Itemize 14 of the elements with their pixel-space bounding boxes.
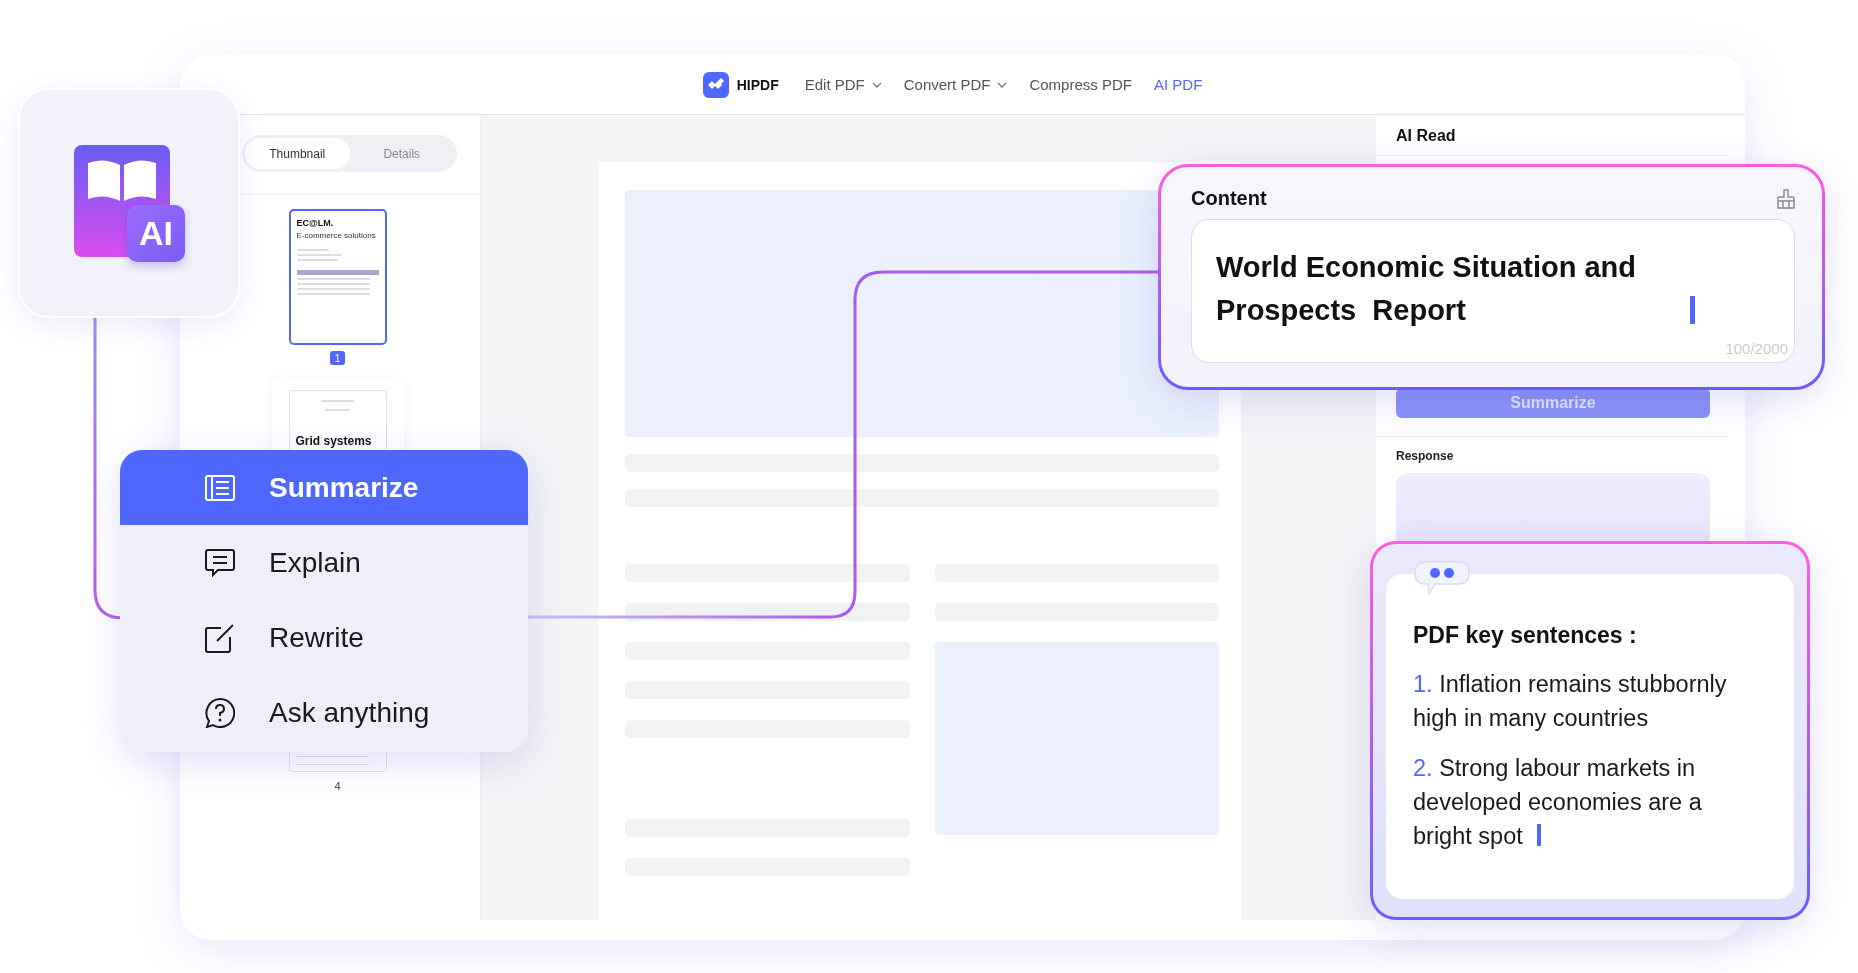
card-title: PDF key sentences : — [1413, 622, 1638, 649]
panel-title: AI Read — [1376, 127, 1728, 156]
response-label: Response — [1396, 449, 1455, 463]
brand-name: HIPDF — [736, 76, 779, 93]
page-number: 1 — [330, 351, 345, 365]
card-title: Content — [1191, 187, 1267, 210]
content-text: World Economic Situation and Prospects Report — [1216, 250, 1637, 328]
ai-badge: AI — [127, 205, 185, 262]
page-number: 4 — [334, 780, 341, 792]
thumbnail-title: EC@LM. — [296, 218, 335, 228]
key-sentence: 2. Strong labour markets in developed economies are a bright spot — [1413, 754, 1703, 851]
key-sentence: 1. Inflation remains stubbornly high in many countries — [1413, 670, 1728, 733]
thumbnail-subtitle: E-commerce solutions — [296, 231, 377, 240]
thumbnail-title: Grid systems — [295, 434, 373, 448]
